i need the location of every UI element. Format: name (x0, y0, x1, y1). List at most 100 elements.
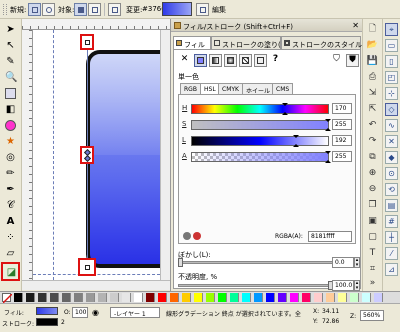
palette-swatch[interactable] (206, 293, 215, 302)
palette-swatch[interactable] (146, 293, 155, 302)
zoom-input[interactable]: 560% (360, 310, 384, 321)
lightness-value-input[interactable]: 192 (332, 135, 352, 146)
palette-swatch[interactable] (302, 293, 311, 302)
opacity-value-input[interactable]: 100.0 (332, 280, 354, 291)
flat-color-button[interactable] (194, 54, 207, 67)
palette-swatch[interactable] (374, 293, 383, 302)
new-radial-button[interactable] (42, 3, 55, 16)
tab-rgb[interactable]: RGB (180, 83, 201, 94)
horizontal-scrollbar[interactable] (22, 280, 170, 290)
save-icon[interactable]: 💾 (366, 55, 379, 68)
palette-swatch[interactable] (242, 293, 251, 302)
more-icon[interactable]: » (366, 277, 379, 290)
palette-swatch[interactable] (74, 293, 83, 302)
eraser-tool-icon[interactable]: ▱ (3, 246, 18, 261)
pencil-tool-icon[interactable]: ✏ (3, 166, 18, 181)
import-icon[interactable]: ⇲ (366, 87, 379, 100)
snap-intersection-icon[interactable]: ✕ (385, 135, 398, 148)
palette-swatch[interactable] (122, 293, 131, 302)
edit-gradient-button[interactable] (196, 3, 209, 16)
evenodd-fill-icon[interactable]: ⛉ (330, 54, 343, 67)
spiral-tool-icon[interactable]: ◎ (3, 150, 18, 165)
pen-tool-icon[interactable]: ✒ (3, 182, 18, 197)
palette-swatch[interactable] (194, 293, 203, 302)
palette-swatch[interactable] (134, 293, 143, 302)
export-icon[interactable]: ⇱ (366, 103, 379, 116)
palette-swatch[interactable] (290, 293, 299, 302)
palette-swatch[interactable] (98, 293, 107, 302)
palette-swatch[interactable] (350, 293, 359, 302)
close-icon[interactable]: ✕ (352, 21, 359, 30)
vertical-scrollbar[interactable] (160, 30, 170, 280)
gradient-start-handle[interactable] (80, 34, 94, 50)
no-color-swatch[interactable] (2, 293, 13, 304)
3d-box-tool-icon[interactable]: ◧ (3, 102, 18, 117)
toolbar-grip[interactable] (3, 4, 7, 15)
snap-midpoint-icon[interactable]: ⊹ (385, 87, 398, 100)
dialog-titlebar[interactable]: フィル/ストローク (Shift+Ctrl+F) ✕ (171, 19, 363, 32)
hue-slider[interactable] (191, 103, 329, 115)
snap-nodes-icon[interactable]: ◇ (385, 103, 398, 116)
tab-stroke-style[interactable]: ストロークのスタイル(Y) (281, 36, 372, 49)
group-icon[interactable]: ▣ (366, 215, 379, 228)
layer-selector[interactable]: -レイヤー 1 (110, 307, 160, 318)
snap-bbox-edge-icon[interactable]: ▯ (385, 55, 398, 68)
new-linear-button[interactable] (28, 3, 41, 16)
unset-paint-button[interactable]: ? (269, 54, 282, 67)
star-tool-icon[interactable]: ★ (3, 134, 18, 149)
opacity-slider[interactable] (178, 284, 334, 287)
tab-stroke-paint[interactable]: ストロークの塗り(P) (211, 36, 288, 49)
palette-swatch[interactable] (266, 293, 275, 302)
palette-swatch[interactable] (218, 293, 227, 302)
palette-swatch[interactable] (182, 293, 191, 302)
select-tool-icon[interactable]: ➤ (3, 22, 18, 37)
print-icon[interactable]: ⎙ (366, 71, 379, 84)
palette-swatch[interactable] (230, 293, 239, 302)
blur-spin-button[interactable]: ▴ ▾ (354, 257, 360, 268)
new-document-icon[interactable]: 🗋 (366, 23, 379, 36)
swatch-button[interactable] (254, 54, 267, 67)
vertical-ruler[interactable] (22, 30, 33, 280)
snap-bbox-corner-icon[interactable]: ◰ (385, 71, 398, 84)
alpha-slider[interactable] (191, 151, 331, 163)
tab-wheel[interactable]: ホイール (242, 83, 275, 95)
gradient-options-button[interactable] (108, 3, 121, 16)
gradient-mid-handle[interactable] (80, 146, 94, 164)
spray-tool-icon[interactable]: ⁘ (3, 230, 18, 245)
snap-text-icon[interactable]: ⁄ (385, 247, 398, 260)
target-fill-button[interactable] (74, 3, 87, 16)
snap-page-icon[interactable]: ▤ (385, 199, 398, 212)
calligraphy-tool-icon[interactable]: 𝒞 (3, 198, 18, 213)
palette-swatch[interactable] (158, 293, 167, 302)
palette-swatch[interactable] (110, 293, 119, 302)
pattern-button[interactable] (239, 54, 252, 67)
no-paint-button[interactable]: ✕ (178, 54, 191, 67)
palette-swatch[interactable] (14, 293, 23, 302)
palette-swatch[interactable] (86, 293, 95, 302)
rgba-input[interactable]: 8181ffff (308, 231, 352, 242)
node-tool-icon[interactable]: ↖ (3, 38, 18, 53)
snap-center-icon[interactable]: ⊙ (385, 167, 398, 180)
snap-grid-icon[interactable]: # (385, 215, 398, 228)
saturation-slider[interactable] (191, 119, 331, 131)
linear-gradient-button[interactable] (209, 54, 222, 67)
redo-icon[interactable]: ↷ (366, 135, 379, 148)
duplicate-icon[interactable]: ❐ (366, 199, 379, 212)
zoom-tool-icon[interactable]: 🔍 (3, 70, 18, 85)
snap-guide-icon[interactable]: ┼ (385, 231, 398, 244)
target-stroke-button[interactable] (88, 3, 101, 16)
blur-slider[interactable] (178, 261, 334, 264)
opacity-input[interactable]: 100 (72, 307, 88, 318)
gradient-tool-icon[interactable]: ◪ (1, 262, 20, 281)
gradient-end-handle[interactable] (78, 258, 96, 276)
gradient-preview-swatch[interactable] (162, 2, 192, 16)
lightness-slider[interactable] (191, 135, 329, 147)
saturation-value-input[interactable]: 255 (332, 119, 352, 130)
stroke-indicator-swatch[interactable] (36, 318, 58, 326)
ellipse-tool-icon[interactable] (3, 118, 18, 133)
color-picker-icon[interactable] (183, 232, 191, 240)
opacity-spin-button[interactable]: ▴ ▾ (354, 280, 360, 291)
zoom-out-icon[interactable]: ⊖ (366, 183, 379, 196)
palette-swatch[interactable] (170, 293, 179, 302)
tab-fill[interactable]: フィル (173, 36, 211, 50)
